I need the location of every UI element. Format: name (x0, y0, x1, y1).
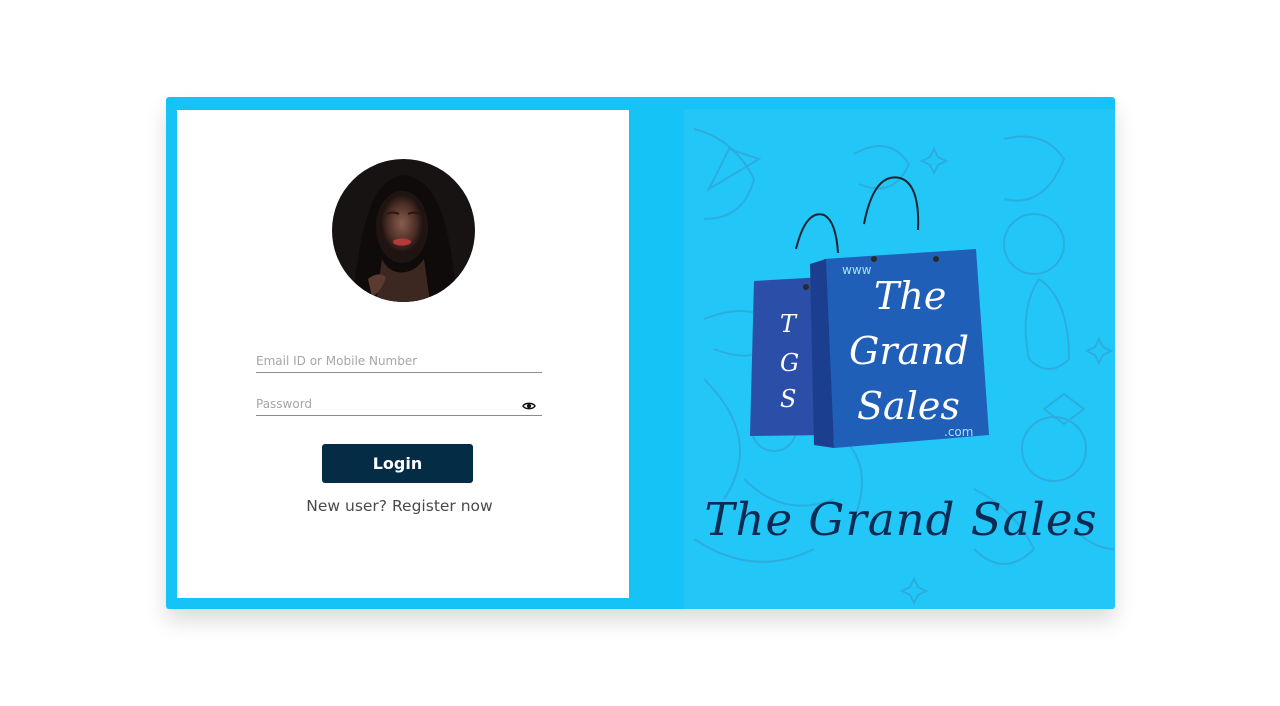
logo-line-sales: Sales (857, 384, 960, 428)
svg-text:T: T (780, 310, 798, 338)
register-prompt-text: New user? (306, 497, 388, 515)
login-form-panel: Login New user? Register now (177, 110, 629, 598)
email-field[interactable] (256, 350, 542, 373)
logo-www-text: www (842, 263, 872, 277)
login-card: Login New user? Register now (166, 97, 1115, 609)
logo-line-grand: Grand (849, 329, 969, 373)
password-field[interactable] (256, 393, 542, 416)
register-prompt: New user? Register now (177, 497, 622, 515)
logo-line-the: The (874, 274, 946, 318)
eye-icon[interactable] (522, 397, 536, 410)
avatar-image (332, 159, 475, 302)
login-button[interactable]: Login (322, 444, 473, 483)
svg-text:G: G (780, 349, 799, 377)
svg-text:S: S (780, 385, 796, 413)
brand-title: The Grand Sales (704, 493, 1098, 546)
email-input[interactable] (256, 350, 516, 372)
logo-dotcom-text: .com (944, 425, 973, 439)
password-input[interactable] (256, 393, 516, 415)
register-link[interactable]: Register now (392, 497, 493, 515)
brand-art-panel: T G S www The Grand Sales .com The Grand… (684, 109, 1115, 609)
avatar (332, 159, 475, 302)
